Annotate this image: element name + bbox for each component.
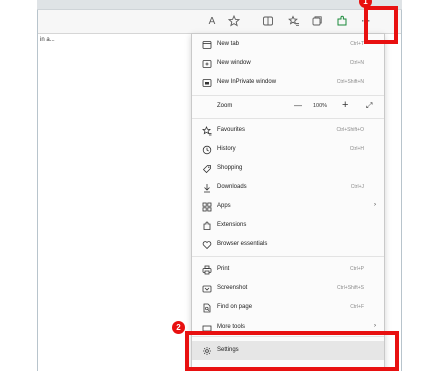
menu-item-shortcut: Ctrl+Shift+O: [336, 127, 364, 133]
extensions-icon[interactable]: [335, 14, 349, 28]
split-screen-icon[interactable]: [261, 14, 275, 28]
printer-icon: [201, 264, 212, 275]
menu-item-label: Shopping: [217, 165, 243, 171]
page-text-snippet: in a...: [40, 37, 55, 43]
menu-item-label: Favourites: [217, 127, 246, 133]
menu-divider: [192, 256, 384, 257]
menu-item-new-tab[interactable]: New tab Ctrl+T: [192, 35, 384, 54]
menu-item-shortcut: Ctrl+Shift+N: [336, 79, 364, 85]
menu-item-shortcut: Ctrl+N: [349, 60, 364, 66]
fullscreen-icon[interactable]: ⤢: [366, 101, 372, 111]
menu-item-label: Print: [217, 266, 230, 272]
favourites-icon: [201, 125, 212, 136]
menu-item-label: Screenshot: [217, 285, 248, 291]
apps-grid-icon: [201, 201, 212, 212]
puzzle-icon: [201, 220, 212, 231]
menu-item-new-window[interactable]: New window Ctrl+N: [192, 54, 384, 73]
history-icon: [201, 144, 212, 155]
menu-item-shortcut: Ctrl+J: [350, 184, 364, 190]
menu-item-find-on-page[interactable]: Find on page Ctrl+F: [192, 298, 384, 317]
menu-item-label: Apps: [217, 203, 231, 209]
zoom-level: 100%: [313, 103, 328, 109]
menu-divider: [192, 118, 384, 119]
shopping-tag-icon: [201, 163, 212, 174]
menu-item-extensions[interactable]: Extensions: [192, 216, 384, 235]
menu-item-label: More tools: [217, 324, 246, 330]
browser-toolbar: A ···: [38, 10, 401, 34]
menu-item-shortcut: Ctrl+H: [349, 146, 364, 152]
menu-item-zoom: Zoom — 100% + ⤢: [192, 97, 384, 115]
menu-item-favourites[interactable]: Favourites Ctrl+Shift+O: [192, 121, 384, 140]
menu-item-label: New tab: [217, 41, 240, 47]
title-bar: [37, 0, 402, 10]
screenshot-icon: [201, 283, 212, 294]
menu-item-downloads[interactable]: Downloads Ctrl+J: [192, 178, 384, 197]
menu-item-shortcut: Ctrl+T: [350, 41, 364, 47]
menu-item-browser-essentials[interactable]: Browser essentials: [192, 235, 384, 254]
collections-icon[interactable]: [310, 14, 324, 28]
menu-divider: [192, 95, 384, 96]
menu-item-label: New window: [217, 60, 251, 66]
read-aloud-icon[interactable]: A: [205, 14, 219, 28]
menu-item-label: Browser essentials: [217, 241, 268, 247]
page-content-text: in a...: [38, 34, 188, 48]
chevron-right-icon: ›: [374, 202, 376, 208]
menu-item-screenshot[interactable]: Screenshot Ctrl+Shift+S: [192, 279, 384, 298]
menu-item-new-inprivate-window[interactable]: New InPrivate window Ctrl+Shift+N: [192, 73, 384, 92]
menu-item-label: History: [217, 146, 236, 152]
menu-item-shortcut: Ctrl+P: [349, 266, 364, 272]
new-tab-icon: [201, 39, 212, 50]
menu-item-history[interactable]: History Ctrl+H: [192, 140, 384, 159]
highlight-box-more-button: [364, 6, 398, 44]
read-aloud-glyph: A: [208, 15, 216, 27]
favorites-icon[interactable]: [287, 14, 301, 28]
menu-item-label: Extensions: [217, 222, 247, 228]
menu-item-shortcut: Ctrl+Shift+S: [337, 285, 364, 291]
heart-pulse-icon: [201, 239, 212, 250]
download-icon: [201, 182, 212, 193]
find-page-icon: [201, 302, 212, 313]
inprivate-icon: [201, 77, 212, 88]
zoom-in-button[interactable]: +: [342, 99, 348, 111]
zoom-out-button[interactable]: —: [294, 101, 302, 110]
menu-item-label: New InPrivate window: [217, 79, 277, 85]
menu-item-label: Downloads: [217, 184, 247, 190]
menu-item-print[interactable]: Print Ctrl+P: [192, 260, 384, 279]
zoom-label: Zoom: [217, 103, 233, 109]
highlight-box-settings: [185, 331, 399, 371]
menu-item-apps[interactable]: Apps ›: [192, 197, 384, 216]
favorite-star-icon[interactable]: [227, 14, 241, 28]
menu-item-shortcut: Ctrl+F: [350, 304, 364, 310]
menu-item-label: Find on page: [217, 304, 253, 310]
browser-settings-menu: New tab Ctrl+T New window Ctrl+N New InP…: [191, 33, 385, 371]
step-badge-2: 2: [172, 321, 185, 334]
new-window-icon: [201, 58, 212, 69]
menu-item-shopping[interactable]: Shopping: [192, 159, 384, 178]
chevron-right-icon: ›: [374, 323, 376, 329]
